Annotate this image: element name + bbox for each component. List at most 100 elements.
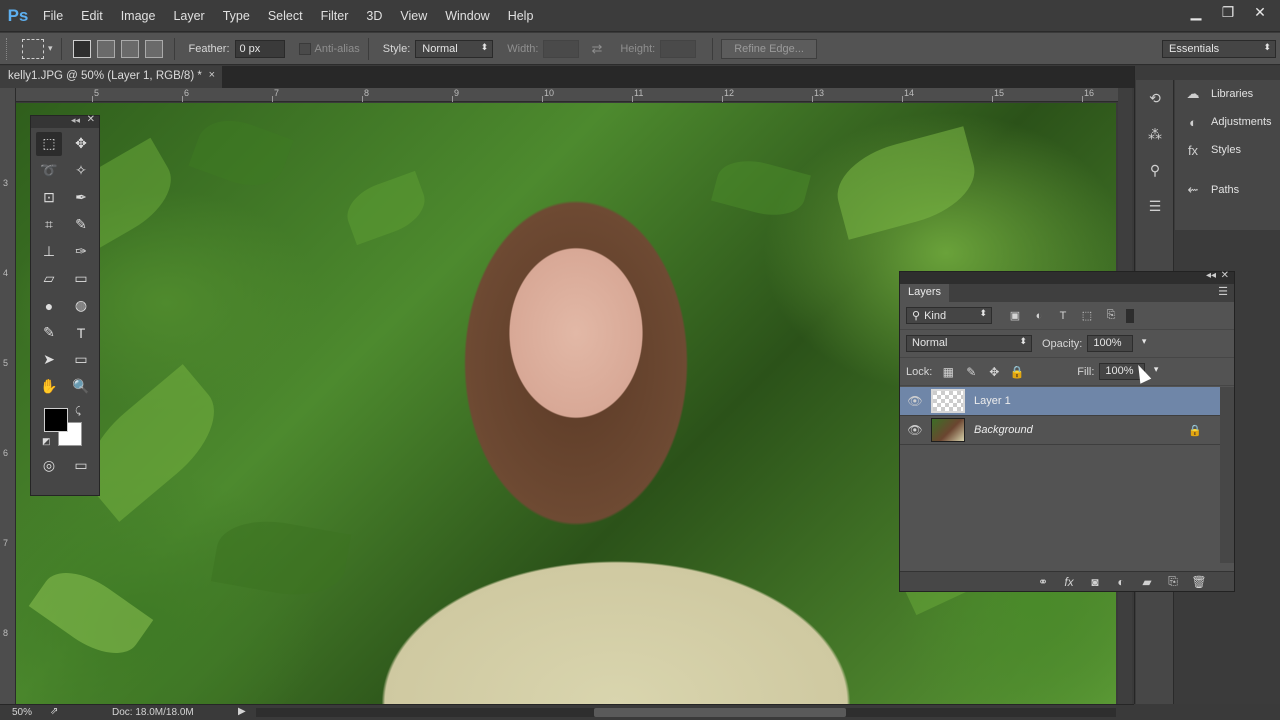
- menu-image[interactable]: Image: [112, 0, 165, 32]
- layer-row[interactable]: 👁 Background 🔒: [900, 416, 1220, 445]
- layer-thumbnail[interactable]: [931, 389, 965, 413]
- layer-row[interactable]: 👁 Layer 1: [900, 387, 1220, 416]
- menu-file[interactable]: File: [34, 0, 72, 32]
- swap-colors-icon[interactable]: ⤹: [75, 406, 81, 417]
- properties-icon[interactable]: ☰: [1136, 188, 1174, 224]
- workspace-select[interactable]: Essentials ⬍: [1162, 40, 1276, 58]
- visibility-eye-icon[interactable]: 👁: [900, 423, 930, 437]
- menu-view[interactable]: View: [391, 0, 436, 32]
- panel-menu-icon[interactable]: ☰: [1218, 285, 1228, 298]
- spot-healing-tool-icon[interactable]: ⌗: [36, 213, 62, 237]
- marquee-tool-icon[interactable]: ⬚: [36, 131, 62, 156]
- menu-window[interactable]: Window: [436, 0, 498, 32]
- menu-layer[interactable]: Layer: [164, 0, 213, 32]
- gradient-tool-icon[interactable]: ▭: [68, 267, 94, 291]
- minimize-button[interactable]: ▁: [1182, 2, 1210, 22]
- eraser-tool-icon[interactable]: ▱: [36, 267, 62, 291]
- status-menu-arrow-icon[interactable]: ▶: [238, 706, 246, 717]
- menu-filter[interactable]: Filter: [312, 0, 358, 32]
- panel-paths[interactable]: ⇜ Paths: [1175, 176, 1280, 204]
- crop-tool-icon[interactable]: ⊡: [36, 186, 62, 210]
- blur-tool-icon[interactable]: ●: [36, 294, 62, 318]
- link-layers-icon[interactable]: ⚭: [1034, 575, 1052, 589]
- new-group-icon[interactable]: ▰: [1138, 575, 1156, 589]
- panel-styles[interactable]: fx Styles: [1175, 136, 1280, 164]
- tool-preset-picker[interactable]: [22, 38, 44, 59]
- clone-source-icon[interactable]: ⚲: [1136, 152, 1174, 188]
- filter-kind-select[interactable]: ⚲ Kind ⬍: [906, 307, 992, 324]
- menu-help[interactable]: Help: [499, 0, 543, 32]
- add-to-selection-button[interactable]: [96, 39, 115, 58]
- feather-input[interactable]: 0 px: [234, 39, 285, 58]
- quick-mask-icon[interactable]: ◎: [36, 454, 62, 478]
- new-layer-icon[interactable]: ⎘: [1164, 574, 1182, 589]
- layers-panel-header[interactable]: ◂◂ ✕: [900, 270, 1234, 284]
- delete-layer-icon[interactable]: 🗑: [1190, 575, 1208, 589]
- default-colors-icon[interactable]: ◩: [42, 436, 51, 447]
- horizontal-scrollbar[interactable]: [256, 708, 1116, 717]
- zoom-tool-icon[interactable]: 🔍: [68, 375, 94, 399]
- pen-tool-icon[interactable]: ✎: [36, 321, 62, 345]
- smart-object-filter-icon[interactable]: ⎘: [1102, 308, 1120, 324]
- swap-dimensions-icon[interactable]: ⇄: [591, 41, 602, 57]
- type-filter-icon[interactable]: T: [1054, 308, 1072, 324]
- clone-stamp-tool-icon[interactable]: ⊥: [36, 240, 62, 264]
- share-icon[interactable]: ⇗: [50, 706, 58, 717]
- menu-select[interactable]: Select: [259, 0, 312, 32]
- path-selection-tool-icon[interactable]: ➤: [36, 348, 62, 372]
- menu-3d[interactable]: 3D: [357, 0, 391, 32]
- horizontal-scroll-thumb[interactable]: [594, 708, 846, 717]
- style-select[interactable]: Normal ⬍: [415, 39, 494, 58]
- close-document-icon[interactable]: ×: [209, 69, 215, 81]
- filter-toggle[interactable]: [1126, 308, 1134, 323]
- adjustment-layer-icon[interactable]: ◐: [1112, 575, 1130, 589]
- type-tool-icon[interactable]: T: [68, 321, 94, 345]
- layers-scrollbar[interactable]: [1220, 387, 1234, 563]
- close-icon[interactable]: ✕: [1221, 270, 1229, 281]
- close-icon[interactable]: ✕: [87, 114, 95, 125]
- history-brush-tool-icon[interactable]: ✑: [68, 240, 94, 264]
- refine-edge-button[interactable]: Refine Edge...: [721, 38, 817, 59]
- blend-mode-select[interactable]: Normal ⬍: [906, 335, 1032, 352]
- vertical-ruler[interactable]: 3 4 5 6 7 8: [0, 88, 16, 704]
- chevron-down-icon[interactable]: ▾: [1142, 336, 1147, 347]
- height-input[interactable]: [660, 39, 697, 58]
- hand-tool-icon[interactable]: ✋: [36, 375, 62, 399]
- subtract-from-selection-button[interactable]: [120, 39, 139, 58]
- shape-filter-icon[interactable]: ⬚: [1078, 308, 1096, 324]
- eyedropper-tool-icon[interactable]: ✒: [68, 186, 94, 210]
- chevron-down-icon[interactable]: ▾: [1154, 364, 1159, 375]
- add-mask-icon[interactable]: ◙: [1086, 575, 1104, 589]
- brush-presets-icon[interactable]: ⁂: [1136, 116, 1174, 152]
- lock-all-icon[interactable]: 🔒: [1007, 365, 1027, 379]
- new-selection-button[interactable]: [72, 39, 91, 58]
- options-bar-grip[interactable]: [6, 37, 12, 60]
- panel-libraries[interactable]: ☁ Libraries: [1175, 80, 1280, 108]
- lock-transparent-icon[interactable]: ▦: [938, 365, 958, 379]
- close-window-button[interactable]: ✕: [1246, 2, 1274, 22]
- panel-adjustments[interactable]: ◐ Adjustments: [1175, 108, 1280, 136]
- width-input[interactable]: [543, 39, 580, 58]
- magic-wand-tool-icon[interactable]: ✧: [68, 159, 94, 183]
- lock-position-icon[interactable]: ✥: [984, 365, 1004, 379]
- pixel-filter-icon[interactable]: ▣: [1006, 308, 1024, 324]
- history-icon[interactable]: ⟲: [1136, 80, 1174, 116]
- intersect-selection-button[interactable]: [144, 39, 163, 58]
- shape-tool-icon[interactable]: ▭: [68, 348, 94, 372]
- screen-mode-icon[interactable]: ▭: [68, 454, 94, 478]
- document-tab[interactable]: kelly1.JPG @ 50% (Layer 1, RGB/8) * ×: [0, 66, 222, 88]
- tab-layers[interactable]: Layers: [900, 284, 950, 302]
- layer-name[interactable]: Background: [974, 424, 1033, 436]
- collapse-icon[interactable]: ◂◂: [1206, 270, 1216, 281]
- collapse-icon[interactable]: ◂◂: [71, 115, 80, 126]
- menu-type[interactable]: Type: [214, 0, 259, 32]
- tools-panel-header[interactable]: ◂◂ ✕: [31, 114, 99, 128]
- foreground-color-swatch[interactable]: [44, 408, 68, 432]
- move-tool-icon[interactable]: ✥: [68, 132, 94, 156]
- antialias-checkbox[interactable]: [298, 42, 311, 55]
- tool-preset-dropdown-icon[interactable]: ▾: [48, 43, 53, 54]
- layer-name[interactable]: Layer 1: [974, 395, 1011, 407]
- menu-edit[interactable]: Edit: [72, 0, 112, 32]
- adjustment-filter-icon[interactable]: ◐: [1030, 308, 1048, 324]
- zoom-level[interactable]: 50%: [12, 707, 32, 718]
